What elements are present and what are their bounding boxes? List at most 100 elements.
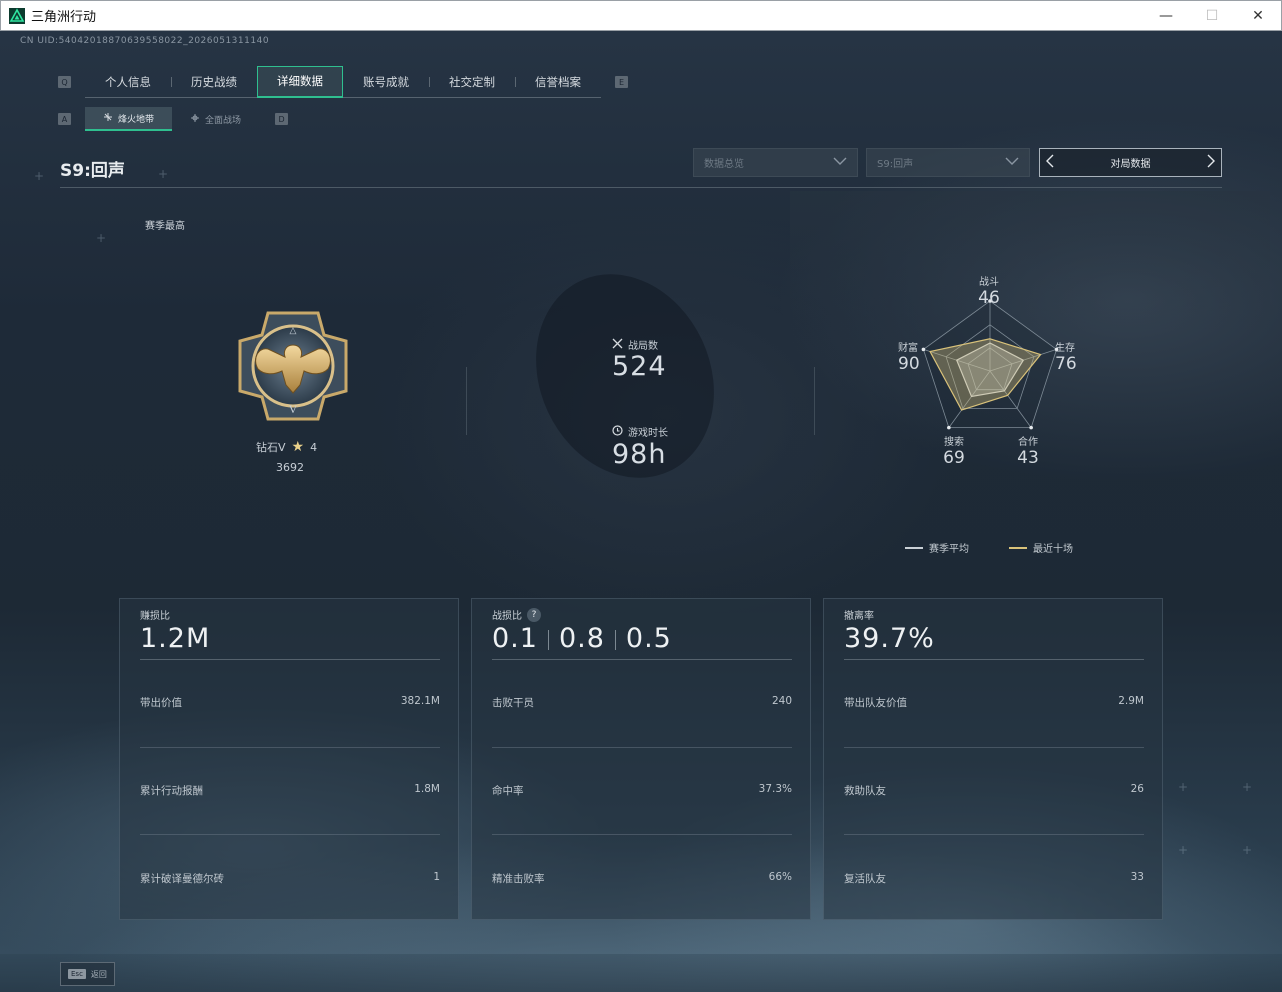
stat-row: 命中率 37.3% [492,783,792,797]
radar-axis-value: 90 [898,354,920,374]
radar-axis-label: 生存 [1055,343,1075,354]
season-dropdown[interactable]: S9:回声 [866,148,1030,177]
game-viewport: + + + + + + + CN UID:5404201887063955802… [0,31,1282,992]
card-divider [844,659,1144,660]
subtab-extraction[interactable]: 烽火地带 [85,107,173,131]
profit-card: 赚损比 1.2M 带出价值 382.1M 累计行动报酬 1.8M 累计破译曼德尔砖 1 [119,598,459,920]
matches-value: 524 [612,351,667,382]
radar-label: 财富 90 [898,339,932,374]
crossed-swords-icon [612,338,623,352]
help-icon[interactable]: ? [527,607,541,622]
switcher-label: 对局数据 [1110,159,1151,170]
card-main-value: 1.2M [140,623,211,654]
esc-key-icon: Esc [68,969,86,979]
main-tab-bar: Q 个人信息 历史战绩 详细数据 账号成就 社交定制 信誉档案 E [58,65,628,98]
stat-row: 累计破译曼德尔砖 1 [140,871,440,885]
radar-axis-value: 43 [1017,448,1039,468]
tab-2[interactable]: 详细数据 [257,65,343,98]
rank-score: 3692 [276,461,304,474]
decor-plus: + [96,231,107,245]
stat-row: 救助队友 26 [844,783,1144,797]
decor-plus: + [34,169,45,183]
row-divider [492,834,792,835]
main-tabs: 个人信息 历史战绩 详细数据 账号成就 社交定制 信誉档案 [85,65,601,98]
star-icon: ★ [291,439,305,455]
close-button[interactable]: ✕ [1235,1,1281,30]
key-hint-next-tab[interactable]: E [615,76,628,88]
rank-stars: 4 [310,440,318,454]
radar-label: 生存 76 [1055,339,1089,374]
kd-card: 战损比 ? 0.1 0.8 0.5 击败干员 240 命中率 37.3% 精准击败率 66… [471,598,811,920]
match-data-switcher[interactable]: 对局数据 [1039,148,1222,177]
tab-1[interactable]: 历史战绩 [171,66,257,98]
stat-row: 累计行动报酬 1.8M [140,783,440,797]
dropdown-value: S9:回声 [877,159,914,170]
radar-vertex [1029,425,1033,430]
header-divider [60,187,1222,188]
clock-icon [612,424,623,439]
extraction-rate-card: 撤离率 39.7% 带出队友价值 2.9M 救助队友 26 复活队友 33 [823,598,1163,920]
chevron-left-icon[interactable] [1046,154,1054,171]
card-title: 撤离率 [844,611,874,622]
rank-emblem-icon: V △ [228,301,358,431]
window-titlebar: 三角洲行动 — ☐ ✕ [0,0,1282,31]
stat-row: 击败干员 240 [492,695,792,709]
radar-axis-label: 搜索 [944,437,964,448]
back-button[interactable]: Esc 返回 [60,962,115,986]
stat-row: 带出价值 382.1M [140,695,440,709]
svg-text:△: △ [290,325,297,335]
subtab-battlefield[interactable]: 全面战场 [172,107,259,131]
tab-4[interactable]: 社交定制 [429,66,515,98]
rank-name: 钻石V ★ 4 [256,439,317,455]
chevron-right-icon[interactable] [1207,154,1215,171]
subtab-label: 烽火地带 [118,114,155,125]
key-hint-next-subtab[interactable]: D [275,113,289,125]
radar-axis-value: 69 [943,448,965,468]
app-logo-icon [9,7,25,24]
card-main-value: 39.7% [844,623,935,654]
data-mode-dropdown[interactable]: 数据总览 [693,148,858,177]
sub-tab-bar: A 烽火地带 全面战场 D [58,107,289,131]
footer-bar [0,954,1282,992]
legend-recent-ten: 最近十场 [1009,540,1073,555]
key-hint-prev-subtab[interactable]: A [58,113,71,125]
rank-title: 钻石V [256,441,286,454]
radar-label: 搜索 69 [937,433,971,468]
playtime-value: 98h [612,439,667,470]
back-label: 返回 [90,969,107,979]
decor-plus: + [1242,843,1253,857]
tab-5[interactable]: 信誉档案 [515,66,601,98]
row-divider [844,834,1144,835]
radar-axis-value: 46 [978,288,1000,308]
legend-line [1009,546,1027,549]
minimize-button[interactable]: — [1143,1,1189,30]
maximize-button[interactable]: ☐ [1189,1,1235,30]
card-title: 赚损比 [140,611,170,622]
season-best-label: 赛季最高 [145,221,185,232]
card-divider [492,659,792,660]
legend-line [905,546,923,549]
row-divider [492,747,792,748]
chevron-down-icon [833,157,847,168]
decor-plus: + [1178,780,1189,794]
dropdown-value: 数据总览 [704,159,744,170]
tab-0[interactable]: 个人信息 [85,66,171,98]
key-hint-prev-tab[interactable]: Q [58,76,71,88]
row-divider [140,747,440,748]
tab-3[interactable]: 账号成就 [343,66,429,98]
stat-row: 精准击败率 66% [492,871,792,885]
matches-label: 战局数 [612,337,658,352]
radar-axis-value: 76 [1055,354,1077,374]
battlefield-icon [190,113,200,126]
svg-text:V: V [289,402,298,416]
season-title: S9:回声 [60,161,125,181]
legend-season-average: 赛季平均 [905,540,969,555]
extraction-icon [103,112,113,125]
stat-row: 复活队友 33 [844,871,1144,885]
window-title: 三角洲行动 [31,10,97,25]
card-title: 战损比 ? [492,607,541,622]
radar-axis-label: 财富 [898,343,918,354]
row-divider [844,747,1144,748]
radar-label: 合作 43 [1011,433,1045,468]
player-uid: CN UID:54042018870639558022_202605131114… [20,36,270,46]
